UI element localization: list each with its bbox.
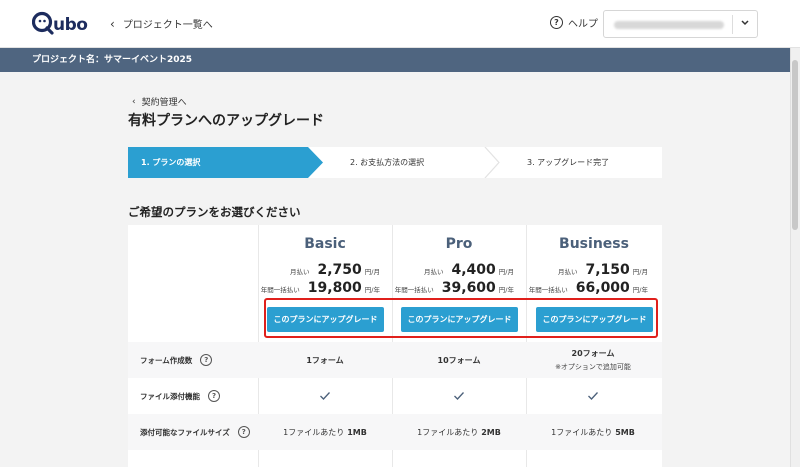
- help-label: ヘルプ: [568, 19, 598, 30]
- feature-value: 1MB: [347, 427, 367, 437]
- feature-row-next: [128, 450, 662, 467]
- feature-prefix: 1ファイルあたり: [283, 427, 345, 437]
- qubo-logo[interactable]: ubo: [31, 10, 106, 42]
- section-title: ご希望のプランをお選びください: [128, 205, 301, 219]
- price-amount: 4,400: [451, 262, 496, 278]
- breadcrumb-label: 契約管理へ: [141, 98, 187, 108]
- step-separator: [663, 147, 679, 178]
- feature-cell: 1ファイルあたり 2MB: [392, 414, 526, 450]
- feature-cell: [526, 378, 660, 414]
- feature-prefix: 1ファイルあたり: [551, 427, 613, 437]
- feature-prefix: 1ファイルあたり: [417, 427, 479, 437]
- price-label: 年間一括払い: [528, 286, 568, 294]
- scrollbar-thumb[interactable]: [792, 60, 798, 230]
- check-icon: [588, 392, 598, 400]
- feature-cell: 20フォーム ※オプションで追加可能: [526, 342, 660, 378]
- price-unit: 円/年: [632, 286, 648, 294]
- help-link[interactable]: ? ヘルプ: [550, 15, 598, 30]
- feature-cell: 1ファイルあたり 5MB: [526, 414, 660, 450]
- feature-note: ※オプションで追加可能: [555, 363, 631, 371]
- price-unit: 円/月: [364, 268, 380, 276]
- feature-label-text: フォーム作成数: [140, 355, 193, 365]
- price-amount: 66,000: [575, 280, 630, 296]
- price-unit: 円/年: [364, 286, 380, 294]
- plan-name-pro: Pro: [445, 236, 473, 252]
- price-label: 年間一括払い: [394, 286, 434, 294]
- feature-label: フォーム作成数 ?: [140, 342, 213, 378]
- feature-cell: 1ファイルあたり 1MB: [258, 414, 392, 450]
- check-icon: [454, 392, 464, 400]
- plan-comparison-table: Basic 月払い 2,750 円/月 年間一括払い 19,800 円/年 この…: [128, 225, 662, 467]
- feature-label: 添付可能なファイルサイズ ?: [140, 414, 250, 450]
- feature-value: 2MB: [481, 427, 501, 437]
- chevron-left-icon: ‹: [110, 16, 115, 31]
- price-monthly-pro: 月払い 4,400 円/月: [392, 262, 526, 278]
- price-monthly-business: 月払い 7,150 円/月: [526, 262, 660, 278]
- feature-value: 5MB: [615, 427, 635, 437]
- feature-value: 20フォーム: [571, 349, 615, 358]
- price-yearly-basic: 年間一括払い 19,800 円/年: [258, 280, 392, 296]
- price-yearly-business: 年間一括払い 66,000 円/年: [526, 280, 660, 296]
- project-name-bar: プロジェクト名：サマーイベント2025: [0, 48, 800, 72]
- price-unit: 円/月: [632, 268, 648, 276]
- breadcrumb-contract[interactable]: ‹ 契約管理へ: [132, 95, 187, 109]
- price-label: 月払い: [424, 268, 444, 276]
- progress-steps: 1. プランの選択 2. お支払方法の選択 3. アップグレード完了: [128, 147, 662, 178]
- feature-value: 10フォーム: [437, 355, 481, 365]
- upgrade-buttons-highlight: [264, 298, 658, 338]
- account-dropdown[interactable]: [603, 10, 758, 38]
- step-3: 3. アップグレード完了: [527, 158, 610, 167]
- check-icon: [320, 392, 330, 400]
- feature-cell: [258, 378, 392, 414]
- feature-label-text: ファイル添付機能: [140, 391, 200, 401]
- help-icon: ?: [550, 16, 563, 29]
- feature-label: ファイル添付機能 ?: [140, 378, 220, 414]
- price-label: 年間一括払い: [260, 286, 300, 294]
- account-divider: [732, 15, 733, 34]
- account-email-blurred: [614, 21, 724, 29]
- price-monthly-basic: 月払い 2,750 円/月: [258, 262, 392, 278]
- top-bar: ubo ‹ プロジェクト一覧へ ? ヘルプ: [0, 0, 800, 48]
- step-1-active: 1. プランの選択: [128, 147, 323, 178]
- price-amount: 19,800: [307, 280, 362, 296]
- price-unit: 円/月: [498, 268, 514, 276]
- chevron-left-icon: ‹: [132, 96, 136, 107]
- feature-value: 1フォーム: [306, 355, 344, 365]
- step-2: 2. お支払方法の選択: [350, 158, 425, 167]
- price-amount: 7,150: [585, 262, 630, 278]
- price-yearly-pro: 年間一括払い 39,600 円/年: [392, 280, 526, 296]
- back-link-label: プロジェクト一覧へ: [122, 20, 213, 31]
- price-amount: 39,600: [441, 280, 496, 296]
- chevron-down-icon: [740, 16, 750, 33]
- help-question-icon[interactable]: ?: [200, 354, 213, 366]
- plan-name-basic: Basic: [304, 236, 346, 252]
- step-separator: [484, 147, 500, 178]
- feature-row-file-attach: ファイル添付機能 ?: [128, 378, 662, 414]
- price-amount: 2,750: [317, 262, 362, 278]
- price-label: 月払い: [290, 268, 310, 276]
- feature-cell: [392, 378, 526, 414]
- price-unit: 円/年: [498, 286, 514, 294]
- help-question-icon[interactable]: ?: [208, 390, 220, 402]
- svg-text:ubo: ubo: [53, 15, 87, 35]
- feature-cell: 10フォーム: [392, 342, 526, 378]
- feature-row-form-count: フォーム作成数 ? 1フォーム 10フォーム 20フォーム ※オプションで追加可…: [128, 342, 662, 378]
- feature-row-file-size: 添付可能なファイルサイズ ? 1ファイルあたり 1MB 1ファイルあたり 2MB 1…: [128, 414, 662, 450]
- back-to-projects-link[interactable]: ‹ プロジェクト一覧へ: [110, 16, 213, 32]
- help-question-icon[interactable]: ?: [237, 426, 250, 438]
- price-label: 月払い: [558, 268, 578, 276]
- feature-label-text: 添付可能なファイルサイズ: [140, 427, 230, 437]
- page-title: 有料プランへのアップグレード: [128, 113, 324, 129]
- feature-cell: 1フォーム: [258, 342, 392, 378]
- plan-name-business: Business: [559, 236, 629, 252]
